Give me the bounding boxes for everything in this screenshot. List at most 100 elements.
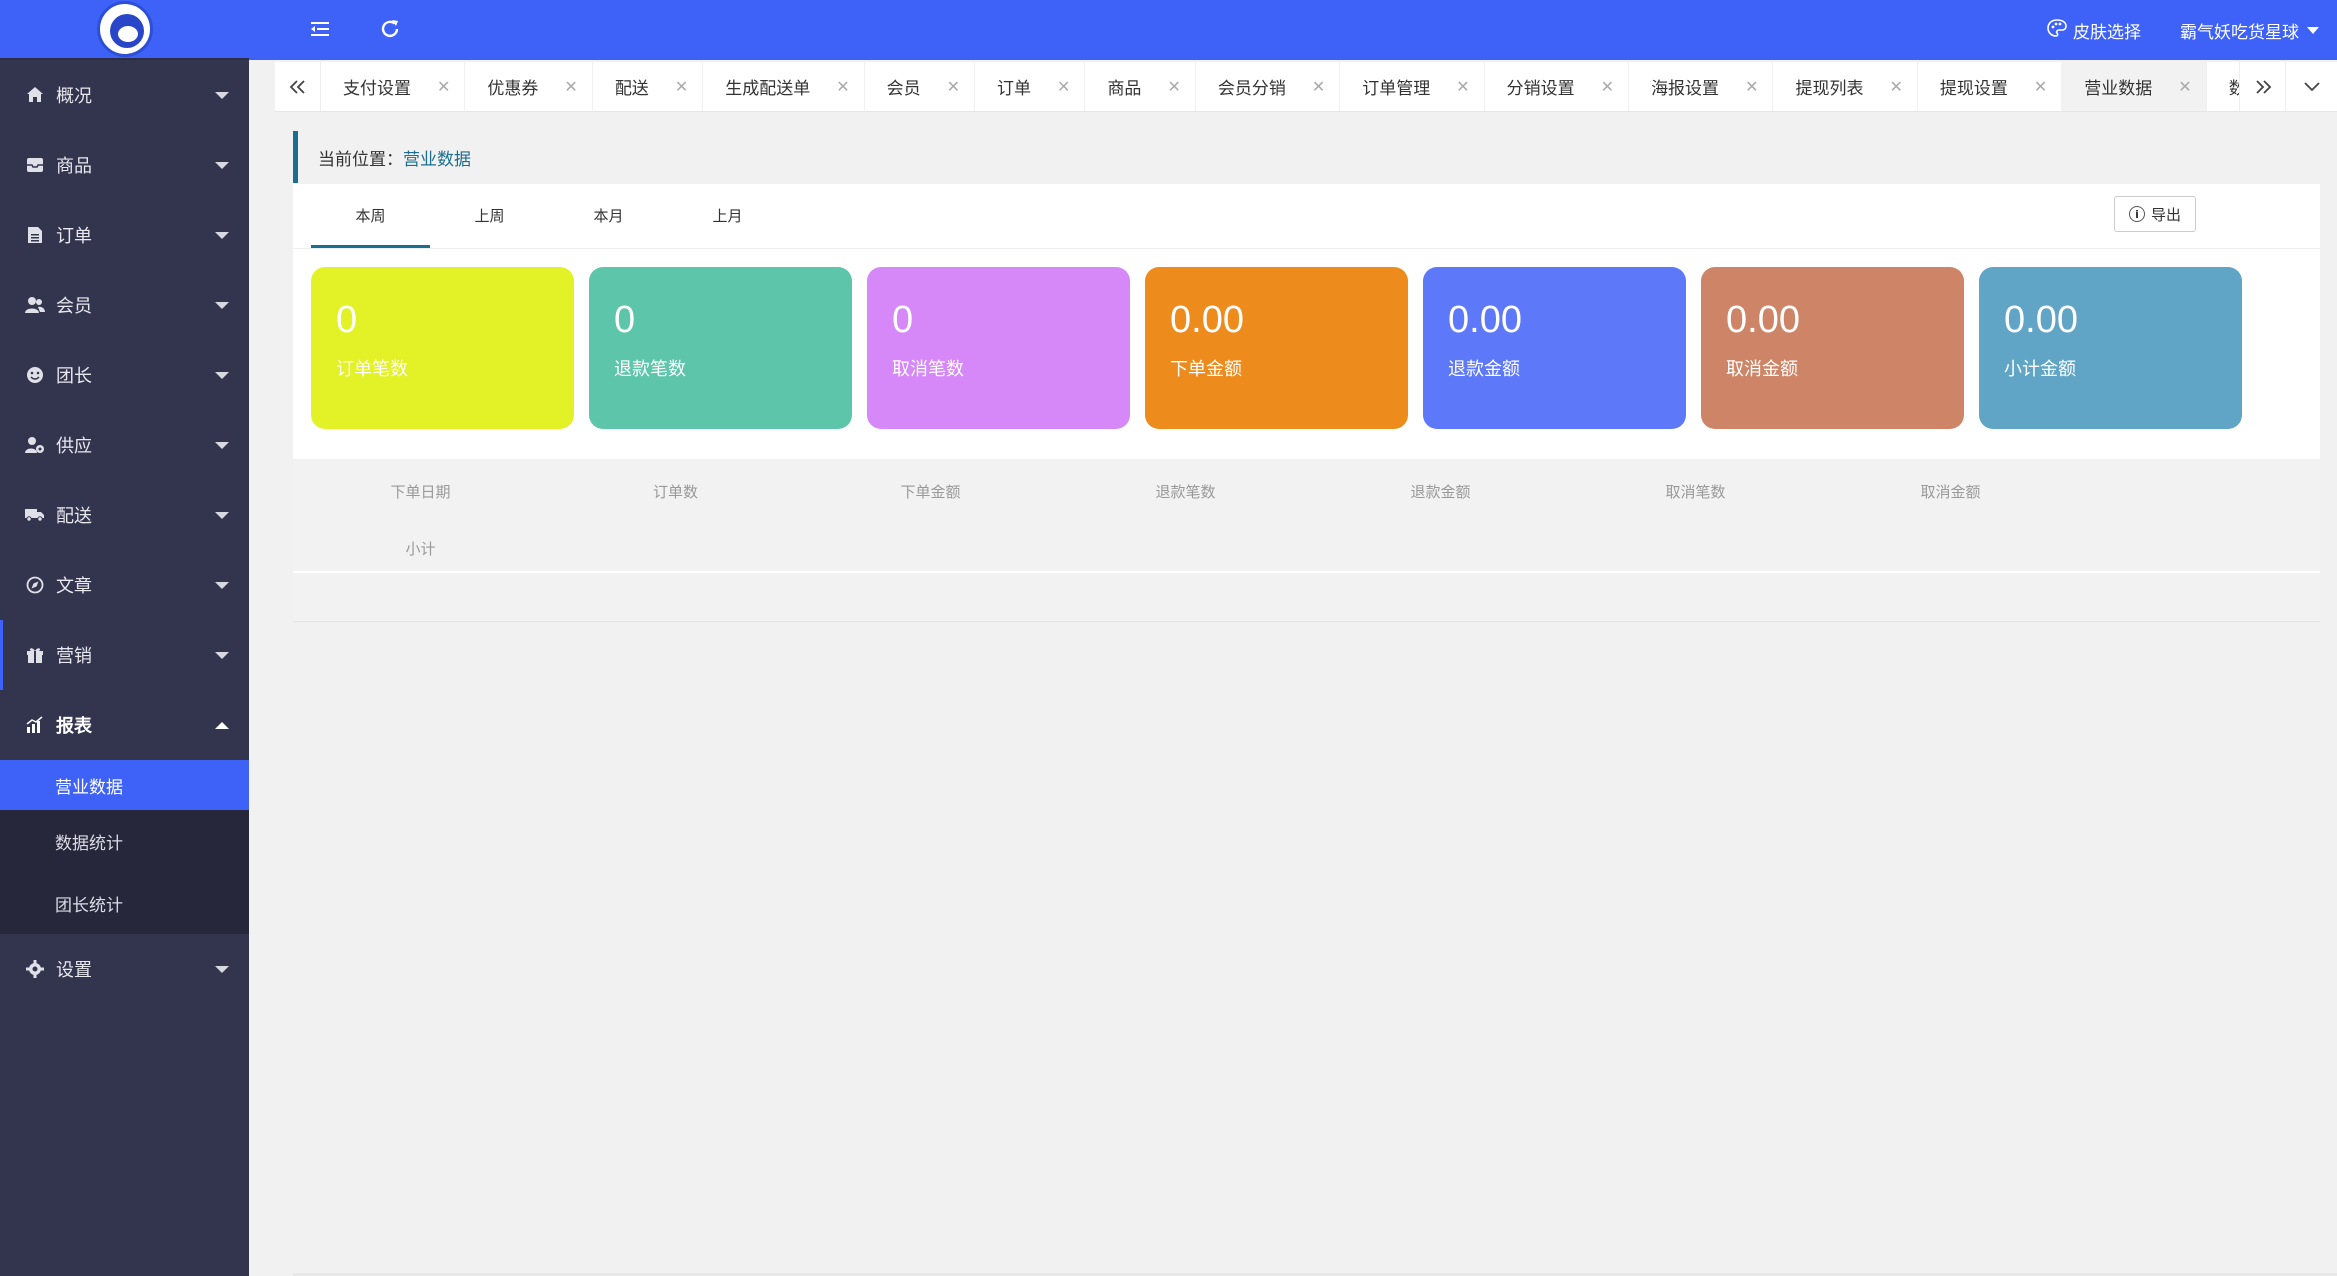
stat-label: 退款金额 [1448,359,1520,380]
tab-poster-settings[interactable]: 海报设置 ✕ [1629,62,1774,111]
close-icon[interactable]: ✕ [2178,77,2191,96]
close-icon[interactable]: ✕ [1057,77,1070,96]
column-header: 退款笔数 [1155,483,1216,501]
stat-card-order-amount: 0.00 下单金额 [1145,267,1408,429]
tab-bar: 支付设置 ✕ 优惠券 ✕ 配送 ✕ 生成配送单 ✕ 会员 ✕ 订单 ✕ 商品 ✕ 会员分销 ✕ … [275,62,2337,112]
menu-toggle-icon[interactable] [309,18,333,42]
chevron-down-icon [215,232,229,239]
tab-last-week[interactable]: 上周 [430,184,549,248]
export-button[interactable]: i 导出 [2114,196,2196,232]
chevron-down-icon [215,302,229,309]
close-icon[interactable]: ✕ [2034,77,2047,96]
sidebar-item-goods[interactable]: 商品 [0,130,249,200]
tab-label: 订单 [997,79,1032,99]
chevron-down-icon [215,966,229,973]
tab-scroll-left-button[interactable] [275,62,321,111]
brand-logo[interactable] [96,1,153,57]
column-header: 下单金额 [900,483,961,501]
tab-label: 优惠券 [487,79,539,99]
sidebar-item-members[interactable]: 会员 [0,270,249,340]
tab-orders[interactable]: 订单 ✕ [975,62,1086,111]
sidebar-item-reports[interactable]: 报表 [0,690,249,760]
tab-this-month[interactable]: 本月 [549,184,668,248]
tab-scroll-right-button[interactable] [2239,62,2285,111]
gift-icon [24,644,46,666]
chevron-up-icon [215,722,229,729]
tab-members[interactable]: 会员 ✕ [865,62,976,111]
tab-this-week[interactable]: 本周 [311,184,430,248]
tab-options-button[interactable] [2285,62,2337,111]
sidebar-item-articles[interactable]: 文章 [0,550,249,620]
gear-icon [24,958,46,980]
sidebar-item-overview[interactable]: 概况 [0,60,249,130]
tab-member-distribution[interactable]: 会员分销 ✕ [1196,62,1341,111]
stat-label: 订单笔数 [336,359,408,380]
stat-value: 0.00 [1170,299,1244,341]
tab-withdraw-list[interactable]: 提现列表 ✕ [1773,62,1918,111]
close-icon[interactable]: ✕ [1745,77,1758,96]
sidebar: 概况 商品 订单 会员 团长 供应 配送 文章 营销 报表 营业数据 数据统计 … [0,0,249,1276]
chevron-down-icon [215,162,229,169]
tab-label: 营业数据 [2084,79,2153,99]
stat-label: 下单金额 [1170,359,1242,380]
sidebar-item-marketing[interactable]: 营销 [0,620,249,690]
submenu-item-data-statistics[interactable]: 数据统计 [0,810,249,872]
close-icon[interactable]: ✕ [947,77,960,96]
tab-payment-settings[interactable]: 支付设置 ✕ [321,62,466,111]
sidebar-item-label: 概况 [56,86,92,107]
table-header: 下单日期 订单数 下单金额 退款笔数 退款金额 取消笔数 取消金额 小计 [293,461,2320,559]
palette-icon [2047,19,2067,42]
stat-label: 小计金额 [2004,359,2076,380]
close-icon[interactable]: ✕ [437,77,450,96]
user-menu[interactable]: 霸气妖吃货星球 [2180,18,2319,43]
submenu-item-leader-statistics[interactable]: 团长统计 [0,872,249,934]
tab-distribution-settings[interactable]: 分销设置 ✕ [1485,62,1630,111]
sidebar-item-settings[interactable]: 设置 [0,934,249,1004]
sidebar-item-delivery[interactable]: 配送 [0,480,249,550]
double-chevron-right-icon [2255,79,2271,94]
close-icon[interactable]: ✕ [564,77,577,96]
tab-business-data[interactable]: 营业数据 ✕ [2062,62,2207,111]
tab-coupons[interactable]: 优惠券 ✕ [465,62,593,111]
breadcrumb-current[interactable]: 营业数据 [403,145,471,170]
close-icon[interactable]: ✕ [836,77,849,96]
tab-order-management[interactable]: 订单管理 ✕ [1340,62,1485,111]
sidebar-item-leaders[interactable]: 团长 [0,340,249,410]
sidebar-item-supply[interactable]: 供应 [0,410,249,480]
chevron-down-icon [215,652,229,659]
close-icon[interactable]: ✕ [675,77,688,96]
tab-label: 提现设置 [1939,79,2008,99]
close-icon[interactable]: ✕ [1601,77,1614,96]
submenu-item-business-data[interactable]: 营业数据 [0,760,249,810]
skin-selector[interactable]: 皮肤选择 [2047,18,2141,43]
tab-withdraw-settings[interactable]: 提现设置 ✕ [1918,62,2063,111]
tab-label: 支付设置 [343,79,411,99]
close-icon[interactable]: ✕ [1456,77,1469,96]
close-icon[interactable]: ✕ [1889,77,1902,96]
chevron-down-icon [2303,81,2320,91]
stat-cards: 0 订单笔数 0 退款笔数 0 取消笔数 0.00 下单金额 0.00 退款金额… [311,267,2242,429]
tab-generate-delivery[interactable]: 生成配送单 ✕ [703,62,865,111]
sidebar-item-orders[interactable]: 订单 [0,200,249,270]
breadcrumb-prefix: 当前位置： [318,149,403,170]
tab-label: 商品 [1107,79,1142,99]
stat-value: 0 [892,299,914,341]
column-header: 小计 [405,540,436,558]
tab-label: 生成配送单 [725,79,811,99]
refresh-icon[interactable] [379,18,403,42]
tab-data-statistics[interactable]: 数据统计 [2207,62,2239,111]
file-icon [24,224,46,246]
stat-value: 0 [336,299,358,341]
close-icon[interactable]: ✕ [1167,77,1180,96]
tab-delivery[interactable]: 配送 ✕ [593,62,704,111]
info-icon: i [2128,206,2145,222]
chevron-down-icon [215,582,229,589]
sidebar-item-label: 团长 [56,366,92,387]
sidebar-nav-bottom: 设置 [0,934,249,1004]
sidebar-item-label: 营销 [56,646,92,667]
tab-label: 分销设置 [1506,79,1575,99]
tab-last-month[interactable]: 上月 [668,184,787,248]
close-icon[interactable]: ✕ [1312,77,1325,96]
tab-goods[interactable]: 商品 ✕ [1085,62,1196,111]
chevron-down-icon [215,92,229,99]
